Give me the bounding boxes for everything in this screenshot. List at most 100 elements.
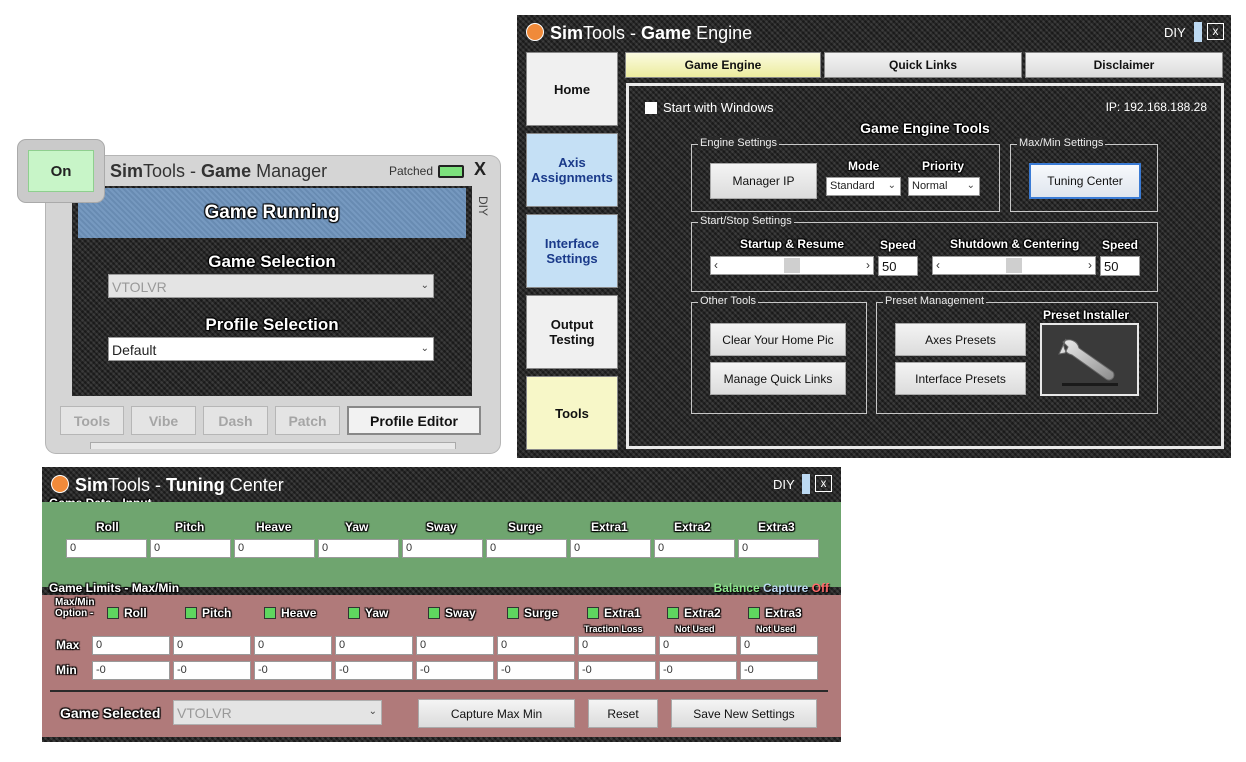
max-yaw[interactable]: 0 xyxy=(335,636,413,655)
extra3-note: Not Used xyxy=(756,624,796,634)
chevron-left-icon[interactable]: ‹ xyxy=(714,258,718,272)
diy-side-label[interactable]: DIY xyxy=(476,196,490,216)
max-extra3[interactable]: 0 xyxy=(740,636,818,655)
close-icon[interactable]: x xyxy=(1207,23,1224,40)
input-extra2[interactable]: 0 xyxy=(654,539,735,558)
max-heave[interactable]: 0 xyxy=(254,636,332,655)
option-extra3-checkbox[interactable] xyxy=(748,607,760,619)
max-pitch[interactable]: 0 xyxy=(173,636,251,655)
chevron-right-icon[interactable]: › xyxy=(866,258,870,272)
input-yaw[interactable]: 0 xyxy=(318,539,399,558)
close-icon[interactable]: X xyxy=(474,159,486,180)
priority-dropdown[interactable]: Normal ⌄ xyxy=(908,177,980,196)
game-engine-window: SimTools - Game Engine DIY x Home Axis A… xyxy=(517,15,1231,458)
chevron-right-icon[interactable]: › xyxy=(1088,258,1092,272)
vibe-button[interactable]: Vibe xyxy=(131,406,196,435)
tab-home[interactable]: Home xyxy=(526,52,618,126)
game-selected-dropdown[interactable]: VTOLVR ⌄ xyxy=(173,700,382,725)
startup-speed-slider[interactable]: ‹ › xyxy=(710,256,874,275)
input-pitch[interactable]: 0 xyxy=(150,539,231,558)
option-extra1-checkbox[interactable] xyxy=(587,607,599,619)
start-stop-settings-legend: Start/Stop Settings xyxy=(698,215,794,227)
startup-speed-input[interactable]: 50 xyxy=(878,256,918,276)
tab-output-testing[interactable]: Output Testing xyxy=(526,295,618,369)
min-surge[interactable]: -0 xyxy=(497,661,575,680)
dash-button[interactable]: Dash xyxy=(203,406,268,435)
option-heave-checkbox[interactable] xyxy=(264,607,276,619)
option-pitch-checkbox[interactable] xyxy=(185,607,197,619)
max-extra1[interactable]: 0 xyxy=(578,636,656,655)
min-extra3[interactable]: -0 xyxy=(740,661,818,680)
option-roll-checkbox[interactable] xyxy=(107,607,119,619)
min-sway[interactable]: -0 xyxy=(416,661,494,680)
option-sway-checkbox[interactable] xyxy=(428,607,440,619)
wrench-icon xyxy=(1058,338,1118,386)
close-icon[interactable]: x xyxy=(815,475,832,492)
slider-thumb[interactable] xyxy=(1006,258,1022,273)
preset-installer-label: Preset Installer xyxy=(1043,308,1130,322)
tab-quick-links[interactable]: Quick Links xyxy=(824,52,1022,78)
game-selection-dropdown[interactable]: VTOLVR ⌄ xyxy=(108,274,434,298)
ip-label: IP: 192.168.188.28 xyxy=(1105,100,1207,114)
patch-button[interactable]: Patch xyxy=(275,406,340,435)
option-yaw-checkbox[interactable] xyxy=(348,607,360,619)
tab-interface-settings[interactable]: Interface Settings xyxy=(526,214,618,288)
chevron-down-icon: ⌄ xyxy=(420,280,429,291)
profile-selection-label: Profile Selection xyxy=(205,315,339,334)
max-roll[interactable]: 0 xyxy=(92,636,170,655)
axis-label-extra2: Extra2 xyxy=(674,520,711,534)
chevron-down-icon: ⌄ xyxy=(966,180,975,191)
on-button[interactable]: On xyxy=(28,150,94,192)
manager-ip-button[interactable]: Manager IP xyxy=(710,163,817,199)
save-new-settings-button[interactable]: Save New Settings xyxy=(671,699,817,728)
tab-axis-assignments[interactable]: Axis Assignments xyxy=(526,133,618,207)
profile-selection-dropdown[interactable]: Default ⌄ xyxy=(108,337,434,361)
shutdown-speed-input[interactable]: 50 xyxy=(1100,256,1140,276)
max-surge[interactable]: 0 xyxy=(497,636,575,655)
manage-quick-links-button[interactable]: Manage Quick Links xyxy=(710,362,846,395)
preset-installer-button[interactable] xyxy=(1040,323,1139,396)
slider-thumb[interactable] xyxy=(784,258,800,273)
option-yaw-label: Yaw xyxy=(365,606,389,620)
max-sway[interactable]: 0 xyxy=(416,636,494,655)
min-yaw[interactable]: -0 xyxy=(335,661,413,680)
tuning-center-button[interactable]: Tuning Center xyxy=(1029,163,1141,199)
start-with-windows-checkbox[interactable] xyxy=(645,102,657,114)
min-extra1[interactable]: -0 xyxy=(578,661,656,680)
tools-button[interactable]: Tools xyxy=(60,406,124,435)
engine-settings-legend: Engine Settings xyxy=(698,137,780,149)
mode-dropdown[interactable]: Standard ⌄ xyxy=(826,177,901,196)
max-extra2[interactable]: 0 xyxy=(659,636,737,655)
input-surge[interactable]: 0 xyxy=(486,539,567,558)
profile-editor-button[interactable]: Profile Editor xyxy=(347,406,481,435)
game-data-input-panel: Roll Pitch Heave Yaw Sway Surge Extra1 E… xyxy=(42,502,841,587)
min-heave[interactable]: -0 xyxy=(254,661,332,680)
capture-max-min-button[interactable]: Capture Max Min xyxy=(418,699,575,728)
chevron-left-icon[interactable]: ‹ xyxy=(936,258,940,272)
game-manager-panel: Game Running Game Selection VTOLVR ⌄ Prof… xyxy=(72,186,472,396)
shutdown-speed-slider[interactable]: ‹ › xyxy=(932,256,1096,275)
input-extra1[interactable]: 0 xyxy=(570,539,651,558)
interface-presets-button[interactable]: Interface Presets xyxy=(895,362,1026,395)
tab-disclaimer[interactable]: Disclaimer xyxy=(1025,52,1223,78)
min-row-label: Min xyxy=(56,663,77,677)
input-sway[interactable]: 0 xyxy=(402,539,483,558)
option-surge-checkbox[interactable] xyxy=(507,607,519,619)
max-min-settings-legend: Max/Min Settings xyxy=(1017,137,1106,149)
input-extra3[interactable]: 0 xyxy=(738,539,819,558)
tab-game-engine[interactable]: Game Engine xyxy=(625,52,821,78)
other-tools-legend: Other Tools xyxy=(698,295,759,307)
input-heave[interactable]: 0 xyxy=(234,539,315,558)
clear-home-pic-button[interactable]: Clear Your Home Pic xyxy=(710,323,846,356)
min-pitch[interactable]: -0 xyxy=(173,661,251,680)
reset-button[interactable]: Reset xyxy=(588,699,658,728)
option-surge-label: Surge xyxy=(524,606,559,620)
tab-tools[interactable]: Tools xyxy=(526,376,618,450)
game-manager-body: SimTools - Game Manager Patched X DIY Ga… xyxy=(46,156,500,453)
option-extra2-checkbox[interactable] xyxy=(667,607,679,619)
min-extra2[interactable]: -0 xyxy=(659,661,737,680)
priority-label: Priority xyxy=(922,159,965,173)
input-roll[interactable]: 0 xyxy=(66,539,147,558)
axes-presets-button[interactable]: Axes Presets xyxy=(895,323,1026,356)
min-roll[interactable]: -0 xyxy=(92,661,170,680)
